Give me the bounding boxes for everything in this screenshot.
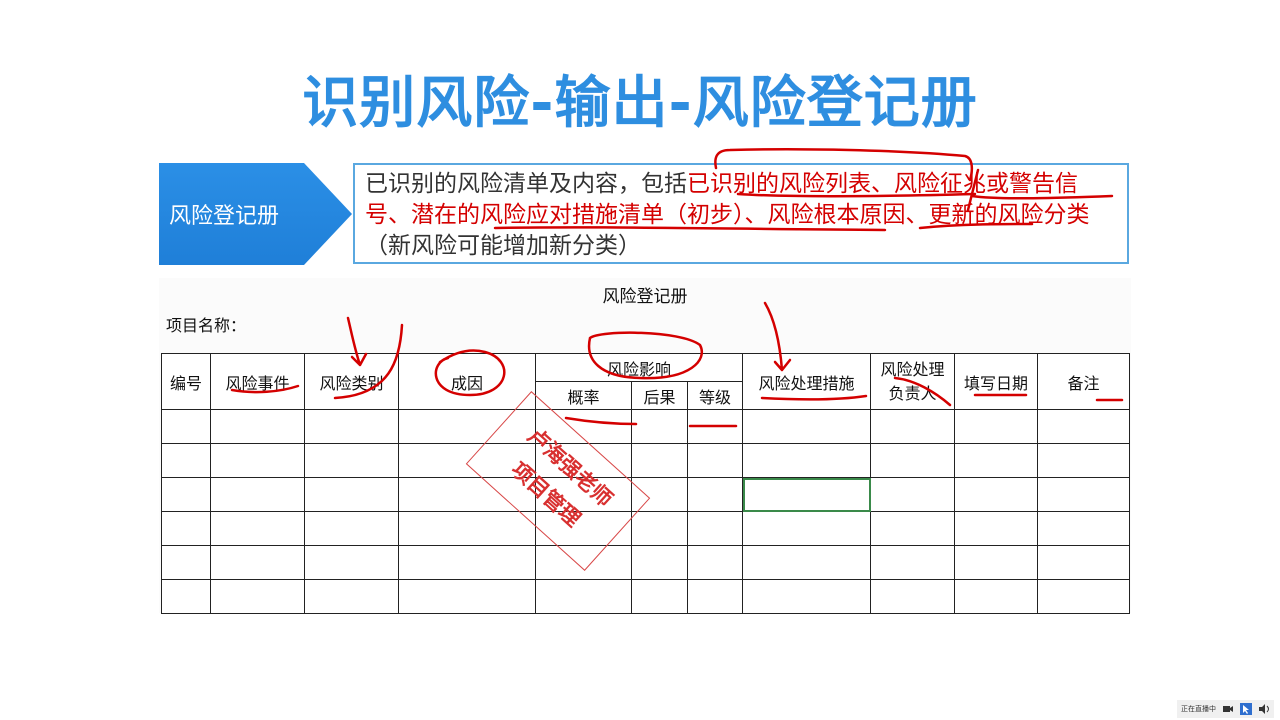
table-cell[interactable] (687, 545, 743, 580)
arrow-label-text: 风险登记册 (169, 204, 280, 229)
table-cell[interactable] (210, 443, 305, 478)
table-cell[interactable] (210, 409, 305, 444)
table-cell[interactable] (1037, 477, 1130, 512)
table-cell[interactable] (304, 545, 399, 580)
table-cell[interactable] (954, 409, 1038, 444)
description-note: （新风险可能增加新分类） (365, 233, 641, 259)
table-cell[interactable] (304, 409, 399, 444)
register-form: 风险登记册 项目名称： 编号 风险事件 风险类别 成因 风险影响 风险处理措施 … (159, 278, 1131, 614)
table-cell[interactable] (954, 511, 1038, 546)
table-row (161, 579, 1130, 614)
header-owner-line2: 负责人 (888, 383, 937, 403)
header-id: 编号 (161, 353, 211, 410)
table-row (161, 511, 1130, 546)
table-cell[interactable] (398, 511, 536, 546)
table-cell[interactable] (161, 477, 211, 512)
header-probability: 概率 (535, 381, 632, 410)
cursor-icon[interactable] (1240, 703, 1252, 715)
header-impact: 风险影响 (535, 353, 743, 382)
header-response: 风险处理措施 (742, 353, 871, 410)
slide-title: 识别风险-输出-风险登记册 (302, 71, 978, 136)
header-cause: 成因 (398, 353, 536, 410)
table-row (161, 443, 1130, 478)
table-row (161, 545, 1130, 580)
table-cell[interactable] (954, 443, 1038, 478)
table-cell[interactable] (161, 579, 211, 614)
table-cell[interactable] (870, 579, 955, 614)
table-cell[interactable] (954, 579, 1038, 614)
table-cell[interactable] (870, 511, 955, 546)
table-cell[interactable] (210, 579, 305, 614)
header-date: 填写日期 (954, 353, 1038, 410)
table-cell[interactable] (870, 443, 955, 478)
table-cell[interactable] (1037, 545, 1130, 580)
table-cell[interactable] (687, 579, 743, 614)
project-name-label: 项目名称： (166, 316, 247, 335)
table-cell[interactable] (304, 477, 399, 512)
description-box: 已识别的风险清单及内容，包括已识别的风险列表、风险征兆或警告信号、潜在的风险应对… (353, 163, 1129, 264)
table-cell[interactable] (742, 579, 871, 614)
table-cell[interactable] (742, 443, 871, 478)
table-cell[interactable] (687, 511, 743, 546)
table-cell[interactable] (687, 443, 743, 478)
table-cell[interactable] (742, 409, 871, 444)
header-level: 等级 (687, 381, 743, 410)
table-cell[interactable] (161, 409, 211, 444)
table-cell[interactable] (631, 443, 688, 478)
table-cell[interactable] (210, 477, 305, 512)
table-cell[interactable] (954, 545, 1038, 580)
header-remark: 备注 (1037, 353, 1130, 410)
volume-icon[interactable] (1258, 703, 1270, 715)
table-cell[interactable] (1037, 409, 1130, 444)
table-cell[interactable] (870, 477, 955, 512)
table-cell[interactable] (304, 579, 399, 614)
table-cell[interactable] (161, 511, 211, 546)
table-row (161, 409, 1130, 444)
table-cell[interactable] (210, 511, 305, 546)
table-cell[interactable] (210, 545, 305, 580)
header-owner-line1: 风险处理 (880, 359, 945, 379)
table-cell[interactable] (687, 477, 743, 512)
table-cell[interactable] (742, 511, 871, 546)
table-cell[interactable] (687, 409, 743, 444)
arrow-label: 风险登记册 (159, 163, 352, 265)
header-owner: 风险处理 负责人 (870, 353, 955, 410)
table-cell[interactable] (1037, 511, 1130, 546)
table-cell[interactable] (870, 545, 955, 580)
selected-table-cell[interactable] (742, 477, 871, 512)
header-category: 风险类别 (304, 353, 399, 410)
table-cell[interactable] (304, 511, 399, 546)
camera-icon[interactable] (1222, 703, 1234, 715)
table-cell[interactable] (631, 511, 688, 546)
table-cell[interactable] (161, 545, 211, 580)
table-cell[interactable] (535, 579, 632, 614)
table-cell[interactable] (161, 443, 211, 478)
table-cell[interactable] (631, 579, 688, 614)
header-consequence: 后果 (631, 381, 688, 410)
table-cell[interactable] (1037, 443, 1130, 478)
header-event: 风险事件 (210, 353, 305, 410)
register-table: 编号 风险事件 风险类别 成因 风险影响 风险处理措施 风险处理 负责人 填写日… (161, 353, 1130, 614)
table-cell[interactable] (398, 579, 536, 614)
register-title: 风险登记册 (602, 287, 688, 307)
status-text: 正在直播中 (1181, 705, 1216, 713)
table-cell[interactable] (631, 545, 688, 580)
table-cell[interactable] (631, 409, 688, 444)
description-intro: 已识别的风险清单及内容，包括 (365, 171, 687, 197)
status-bar: 正在直播中 (1177, 700, 1274, 718)
table-cell[interactable] (1037, 579, 1130, 614)
table-cell[interactable] (398, 545, 536, 580)
table-cell[interactable] (954, 477, 1038, 512)
table-cell[interactable] (870, 409, 955, 444)
table-cell[interactable] (742, 545, 871, 580)
table-cell[interactable] (304, 443, 399, 478)
